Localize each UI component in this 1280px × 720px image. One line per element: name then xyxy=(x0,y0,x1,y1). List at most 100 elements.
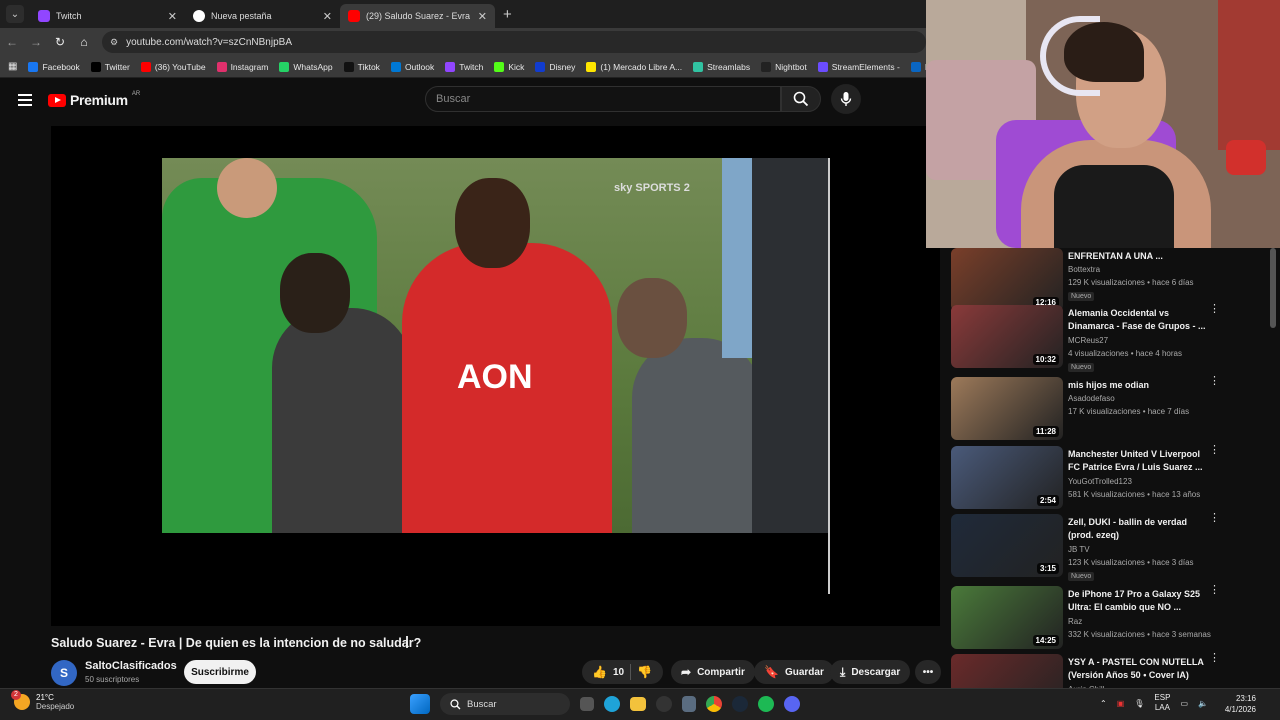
bookmark-item[interactable]: Facebook xyxy=(28,61,80,72)
bookmark-item[interactable]: Disney xyxy=(535,61,575,72)
system-clock[interactable]: 23:16 4/1/2026 xyxy=(1225,693,1256,715)
dislike-icon[interactable]: 👎 xyxy=(637,665,652,679)
network-icon[interactable]: ▭ xyxy=(1180,699,1188,708)
recommended-title[interactable]: Manchester United V Liverpool FC Patrice… xyxy=(1068,448,1206,474)
home-icon[interactable]: ⌂ xyxy=(72,35,96,49)
like-icon[interactable]: 👍 xyxy=(592,665,607,679)
bookmark-item[interactable]: Kick xyxy=(494,61,524,72)
recommended-channel[interactable]: Raz xyxy=(1068,617,1082,626)
share-button[interactable]: ➦ Compartir xyxy=(671,660,755,684)
search-button[interactable] xyxy=(781,86,821,112)
edge-icon[interactable] xyxy=(604,696,620,712)
bookmark-item[interactable]: Nightbot xyxy=(761,61,807,72)
url-field[interactable]: ⚙ youtube.com/watch?v=szCnNBnjpBA xyxy=(102,31,926,53)
save-button[interactable]: 🔖 Guardar xyxy=(754,660,834,684)
weather-widget[interactable]: 2 21°C Despejado xyxy=(11,690,74,711)
recommended-video[interactable]: 14:25 De iPhone 17 Pro a Galaxy S25 Ultra… xyxy=(950,585,1270,652)
chrome-icon[interactable] xyxy=(706,696,722,712)
channel-avatar[interactable]: S xyxy=(51,660,77,686)
chevron-up-icon[interactable]: ⌃ xyxy=(1100,699,1107,708)
calculator-icon[interactable] xyxy=(682,696,696,712)
bookmark-item[interactable]: Outlook xyxy=(390,61,434,72)
recommended-channel[interactable]: JB TV xyxy=(1068,545,1090,554)
steam-icon[interactable] xyxy=(732,696,748,712)
task-view-icon[interactable] xyxy=(580,697,594,711)
windows-start-icon[interactable] xyxy=(410,694,430,714)
close-tab-icon[interactable]: ✕ xyxy=(168,10,177,23)
recommended-channel[interactable]: MCReus27 xyxy=(1068,336,1108,345)
mic-tray-icon[interactable]: 🎙 xyxy=(1134,699,1144,708)
more-actions-button[interactable]: ••• xyxy=(915,660,941,684)
file-explorer-icon[interactable] xyxy=(630,697,646,711)
bookmark-item[interactable]: (36) YouTube xyxy=(140,61,206,72)
recommended-title[interactable]: ENFRENTAN A UNA ... xyxy=(1068,250,1206,263)
obs-icon[interactable] xyxy=(656,696,672,712)
video-thumbnail[interactable]: 2:54 xyxy=(951,446,1063,509)
recommended-video[interactable]: 3:15 Zell, DUKI - ballin de verdad (prod.… xyxy=(950,513,1270,581)
video-thumbnail[interactable]: 11:28 xyxy=(951,377,1063,440)
voice-search-button[interactable] xyxy=(831,84,861,114)
bookmark-item[interactable]: (1) Mercado Libre A... xyxy=(586,61,682,72)
bookmark-item[interactable]: Instagram xyxy=(216,61,268,72)
video-thumbnail[interactable]: 12:16 xyxy=(951,248,1063,311)
recommended-video[interactable]: YSY A - PASTEL CON NUTELLA (Versión Años… xyxy=(950,653,1270,688)
app-tray-icon[interactable]: ▣ xyxy=(1117,699,1125,708)
more-vertical-icon[interactable]: ⋮ xyxy=(1209,445,1220,456)
sidebar-scrollbar[interactable] xyxy=(1270,248,1276,328)
tab-search-menu-icon[interactable]: ⌄ xyxy=(6,5,24,23)
recommended-title[interactable]: Alemania Occidental vs Dinamarca - Fase … xyxy=(1068,307,1206,333)
reload-icon[interactable]: ↻ xyxy=(48,35,72,49)
video-frame[interactable]: AON sky SPORTS 2 xyxy=(162,158,828,533)
browser-tab-new[interactable]: Nueva pestaña ✕ xyxy=(185,4,340,28)
like-count[interactable]: 10 xyxy=(613,667,624,678)
browser-tab-twitch[interactable]: Twitch ✕ xyxy=(30,4,185,28)
taskbar-search[interactable]: Buscar xyxy=(440,693,570,715)
bookmark-item[interactable]: Tiktok xyxy=(343,61,380,72)
bookmark-item[interactable]: Twitch xyxy=(445,61,483,72)
recommended-video[interactable]: 11:28 mis hijos me odian Asadodefaso 17 K v… xyxy=(950,376,1270,443)
site-info-icon[interactable]: ⚙ xyxy=(110,37,118,48)
bookmark-item[interactable]: StreamElements - xyxy=(817,61,900,72)
close-tab-icon[interactable]: ✕ xyxy=(323,10,332,23)
video-thumbnail[interactable]: 3:15 xyxy=(951,514,1063,577)
video-player[interactable]: AON sky SPORTS 2 xyxy=(51,126,940,626)
back-arrow-icon[interactable]: ← xyxy=(0,35,24,49)
recommended-title[interactable]: mis hijos me odian xyxy=(1068,379,1206,392)
menu-icon[interactable] xyxy=(18,91,32,109)
recommended-title[interactable]: De iPhone 17 Pro a Galaxy S25 Ultra: El … xyxy=(1068,588,1206,614)
download-button[interactable]: ⤓ Descargar xyxy=(830,660,911,684)
spotify-icon[interactable] xyxy=(758,696,774,712)
browser-tab-youtube[interactable]: (29) Saludo Suarez - Evra | De q ✕ xyxy=(340,4,495,28)
recommended-video[interactable]: 10:32 Alemania Occidental vs Dinamarca - … xyxy=(950,304,1270,372)
more-vertical-icon[interactable]: ⋮ xyxy=(1209,585,1220,596)
bookmark-item[interactable]: Linke xyxy=(910,61,926,72)
recommended-channel[interactable]: Asadodefaso xyxy=(1068,394,1115,403)
discord-icon[interactable] xyxy=(784,696,800,712)
language-indicator[interactable]: ESP LAA xyxy=(1154,693,1170,713)
more-vertical-icon[interactable]: ⋮ xyxy=(1209,653,1220,664)
video-thumbnail[interactable]: 14:25 xyxy=(951,586,1063,649)
recommended-channel[interactable]: Bottextra xyxy=(1068,265,1100,274)
bookmark-item[interactable]: WhatsApp xyxy=(279,61,333,72)
close-tab-icon[interactable]: ✕ xyxy=(478,10,487,23)
video-thumbnail[interactable] xyxy=(951,654,1063,688)
new-tab-icon[interactable]: + xyxy=(503,6,512,23)
recommended-title[interactable]: YSY A - PASTEL CON NUTELLA (Versión Años… xyxy=(1068,656,1206,682)
bookmark-item[interactable]: Streamlabs xyxy=(693,61,750,72)
bookmark-item[interactable]: Twitter xyxy=(90,61,130,72)
recommended-title[interactable]: Zell, DUKI - ballin de verdad (prod. eze… xyxy=(1068,516,1206,542)
more-vertical-icon[interactable]: ⋮ xyxy=(1209,304,1220,315)
video-thumbnail[interactable]: 10:32 xyxy=(951,305,1063,368)
new-badge: Nuevo xyxy=(1068,292,1095,301)
volume-icon[interactable]: 🔈 xyxy=(1198,699,1208,708)
channel-name[interactable]: SaltoClasificados xyxy=(85,660,177,672)
subscribe-button[interactable]: Suscribirme xyxy=(184,660,256,684)
forward-arrow-icon[interactable]: → xyxy=(24,35,48,49)
search-input[interactable]: Buscar xyxy=(425,86,781,112)
more-vertical-icon[interactable]: ⋮ xyxy=(1209,513,1220,524)
more-vertical-icon[interactable]: ⋮ xyxy=(1209,376,1220,387)
apps-grid-icon[interactable]: ▦ xyxy=(8,61,17,72)
recommended-video[interactable]: 2:54 Manchester United V Liverpool FC Pat… xyxy=(950,445,1270,512)
recommended-channel[interactable]: YouGotTrolled123 xyxy=(1068,477,1132,486)
youtube-logo[interactable]: Premium AR xyxy=(48,91,140,108)
